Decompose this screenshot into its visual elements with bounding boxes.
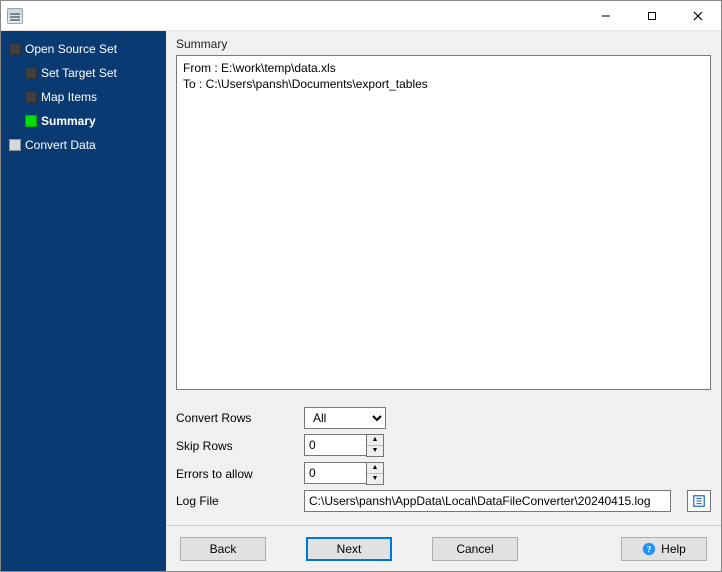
log-file-input[interactable] [304,490,671,512]
minimize-icon [601,11,611,21]
browse-icon [692,494,706,508]
skip-rows-up-button[interactable]: ▲ [367,435,383,446]
browse-log-button[interactable] [687,490,711,512]
errors-allow-up-button[interactable]: ▲ [367,463,383,474]
skip-rows-down-button[interactable]: ▼ [367,446,383,457]
summary-textbox[interactable]: From : E:\work\temp\data.xls To : C:\Use… [176,55,711,390]
skip-rows-label: Skip Rows [176,439,294,453]
close-icon [693,11,703,21]
app-window: Open Source Set Set Target Set Map Items… [0,0,722,572]
wizard-steps: Open Source Set Set Target Set Map Items… [3,37,162,157]
app-icon [7,8,23,24]
step-status-icon [25,67,37,79]
step-label: Convert Data [25,138,96,152]
step-set-target-set[interactable]: Set Target Set [3,61,162,85]
step-status-icon [25,91,37,103]
options-panel: Convert Rows All Skip Rows ▲ ▼ [166,398,721,525]
step-summary[interactable]: Summary [3,109,162,133]
step-status-icon [9,139,21,151]
main-panel: Summary From : E:\work\temp\data.xls To … [166,31,721,571]
errors-allow-label: Errors to allow [176,467,294,481]
button-bar: Back Next Cancel ? Help [166,525,721,571]
section-title: Summary [166,31,721,55]
skip-rows-spinner[interactable]: ▲ ▼ [304,434,384,457]
maximize-button[interactable] [629,1,675,30]
back-button[interactable]: Back [180,537,266,561]
next-button[interactable]: Next [306,537,392,561]
title-bar [1,1,721,31]
svg-text:?: ? [647,544,652,555]
close-button[interactable] [675,1,721,30]
maximize-icon [647,11,657,21]
step-label: Summary [41,114,96,128]
step-status-icon [25,115,37,127]
convert-rows-select[interactable]: All [304,407,386,429]
step-open-source-set[interactable]: Open Source Set [3,37,162,61]
errors-allow-down-button[interactable]: ▼ [367,474,383,485]
wizard-sidebar: Open Source Set Set Target Set Map Items… [1,31,166,571]
step-map-items[interactable]: Map Items [3,85,162,109]
skip-rows-input[interactable] [304,434,366,456]
step-status-icon [9,43,21,55]
step-label: Map Items [41,90,97,104]
log-file-label: Log File [176,494,294,508]
errors-allow-spinner[interactable]: ▲ ▼ [304,462,384,485]
cancel-button[interactable]: Cancel [432,537,518,561]
step-label: Set Target Set [41,66,117,80]
convert-rows-label: Convert Rows [176,411,294,425]
help-button[interactable]: ? Help [621,537,707,561]
minimize-button[interactable] [583,1,629,30]
step-label: Open Source Set [25,42,117,56]
errors-allow-input[interactable] [304,462,366,484]
step-convert-data[interactable]: Convert Data [3,133,162,157]
help-icon: ? [642,542,656,556]
